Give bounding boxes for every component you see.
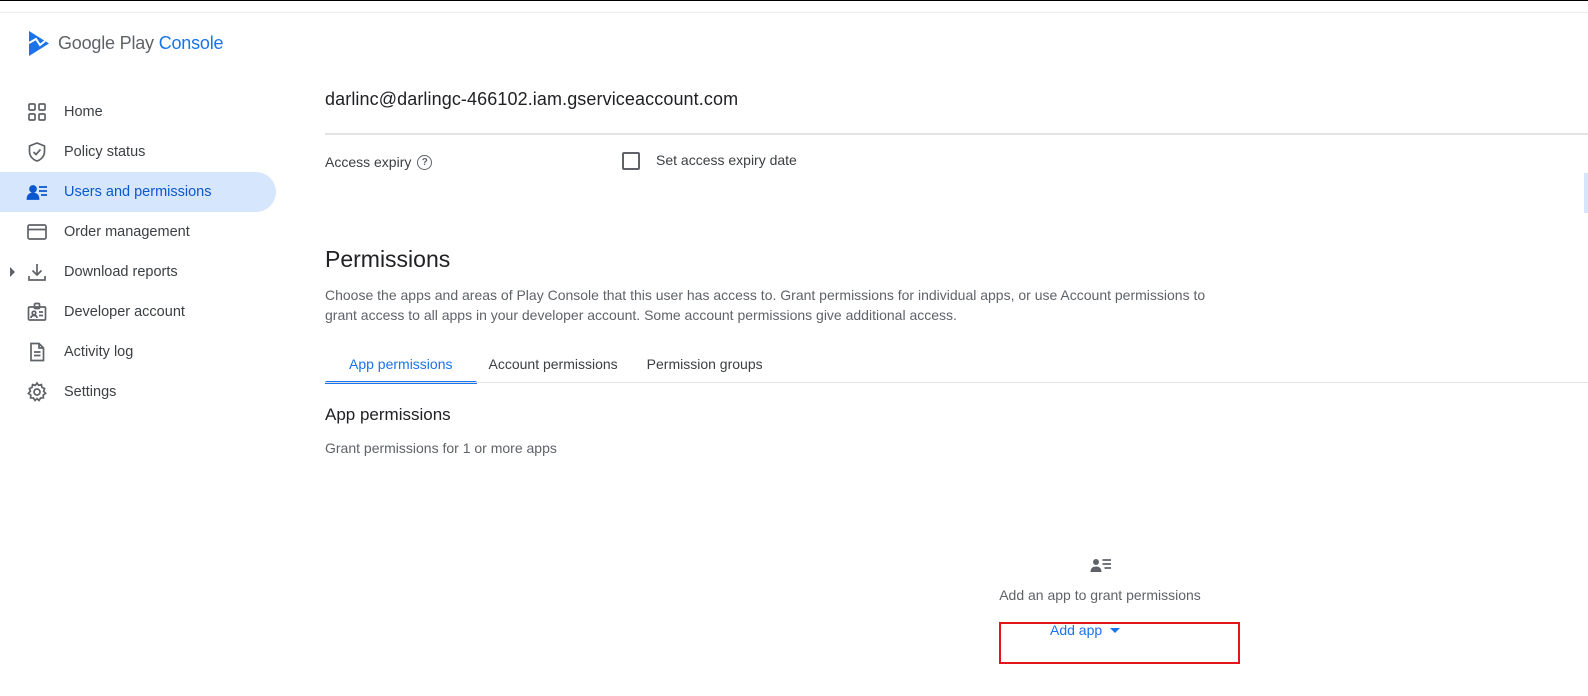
sidebar-item-developer-account[interactable]: Developer account bbox=[0, 292, 276, 332]
sidebar-item-settings[interactable]: Settings bbox=[0, 372, 276, 412]
sidebar-item-label: Settings bbox=[64, 384, 117, 400]
logo-text-google-play: Google Play bbox=[58, 33, 154, 53]
sidebar-item-order-management[interactable]: Order management bbox=[0, 212, 276, 252]
sidebar-item-activity-log[interactable]: Activity log bbox=[0, 332, 276, 372]
tab-app-permissions[interactable]: App permissions bbox=[325, 346, 477, 384]
access-expiry-checkbox[interactable] bbox=[622, 152, 640, 170]
logo-text: Google Play Console bbox=[58, 33, 224, 54]
home-grid-icon bbox=[26, 101, 48, 123]
credit-card-icon bbox=[26, 221, 48, 243]
sidebar-item-label: Policy status bbox=[64, 144, 146, 160]
gear-icon bbox=[26, 381, 48, 403]
document-icon bbox=[26, 341, 48, 363]
permissions-tabs: App permissions Account permissions Perm… bbox=[325, 346, 775, 384]
access-expiry-text: Access expiry bbox=[325, 154, 412, 170]
sidebar-item-home[interactable]: Home bbox=[0, 92, 276, 132]
sidebar-item-policy-status[interactable]: Policy status bbox=[0, 132, 276, 172]
sidebar-item-label: Developer account bbox=[64, 304, 185, 320]
app-permissions-subtitle: Grant permissions for 1 or more apps bbox=[325, 440, 557, 456]
header-divider bbox=[325, 133, 1588, 135]
sidebar-nav: Home Policy status Users and permissions… bbox=[0, 92, 276, 412]
sidebar-item-label: Home bbox=[64, 104, 103, 120]
app-permissions-title: App permissions bbox=[325, 405, 451, 424]
highlight-annotation-box bbox=[999, 622, 1240, 664]
help-icon[interactable]: ? bbox=[417, 154, 433, 170]
badge-icon bbox=[26, 301, 48, 323]
sidebar-item-users-and-permissions[interactable]: Users and permissions bbox=[0, 172, 276, 212]
play-console-logo[interactable]: Google Play Console bbox=[27, 30, 224, 57]
permissions-title: Permissions bbox=[325, 246, 451, 272]
sidebar-item-label: Download reports bbox=[64, 264, 178, 280]
users-permissions-icon bbox=[1090, 559, 1111, 572]
shield-check-icon bbox=[26, 141, 48, 163]
empty-state-text: Add an app to grant permissions bbox=[999, 587, 1201, 603]
permissions-description: Choose the apps and areas of Play Consol… bbox=[325, 287, 1206, 323]
tab-permission-groups[interactable]: Permission groups bbox=[630, 346, 775, 382]
top-border-light bbox=[0, 12, 1588, 13]
sidebar-item-label: Activity log bbox=[64, 344, 134, 360]
play-console-logo-icon bbox=[28, 31, 49, 56]
tabs-divider bbox=[325, 382, 1588, 383]
access-expiry-checkbox-label[interactable]: Set access expiry date bbox=[656, 152, 797, 168]
users-permissions-icon bbox=[26, 181, 48, 203]
user-email: darlinc@darlingc-466102.iam.gserviceacco… bbox=[325, 89, 739, 109]
sidebar-item-label: Order management bbox=[64, 224, 190, 240]
expand-caret-icon[interactable] bbox=[10, 267, 15, 277]
download-icon bbox=[26, 261, 48, 283]
sidebar-item-download-reports[interactable]: Download reports bbox=[0, 252, 276, 292]
logo-text-console: Console bbox=[158, 33, 224, 53]
scrollbar-thumb[interactable] bbox=[1584, 173, 1588, 213]
top-border bbox=[0, 0, 1588, 1]
sidebar-item-label: Users and permissions bbox=[64, 184, 212, 200]
tab-account-permissions[interactable]: Account permissions bbox=[477, 346, 630, 382]
access-expiry-label: Access expiry ? bbox=[325, 154, 433, 170]
